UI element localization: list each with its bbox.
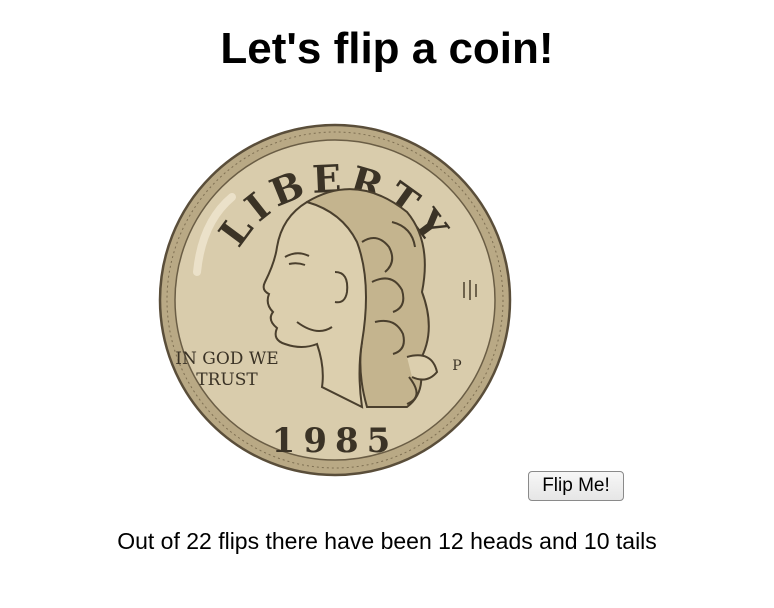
coin-motto-line2: TRUST — [196, 370, 258, 390]
coin-image: LIBERTY IN GOD WE TRUST P 1985 — [157, 122, 513, 478]
coin-heads-icon: LIBERTY IN GOD WE TRUST P 1985 — [158, 123, 512, 477]
flip-summary-text: Out of 22 flips there have been 12 heads… — [117, 528, 657, 554]
coin-year: 1985 — [272, 421, 399, 461]
page-title: Let's flip a coin! — [220, 24, 554, 73]
coin-mint-mark: P — [452, 358, 461, 374]
coin-motto-line1: IN GOD WE — [175, 349, 278, 369]
flip-button[interactable]: Flip Me! — [528, 471, 624, 501]
